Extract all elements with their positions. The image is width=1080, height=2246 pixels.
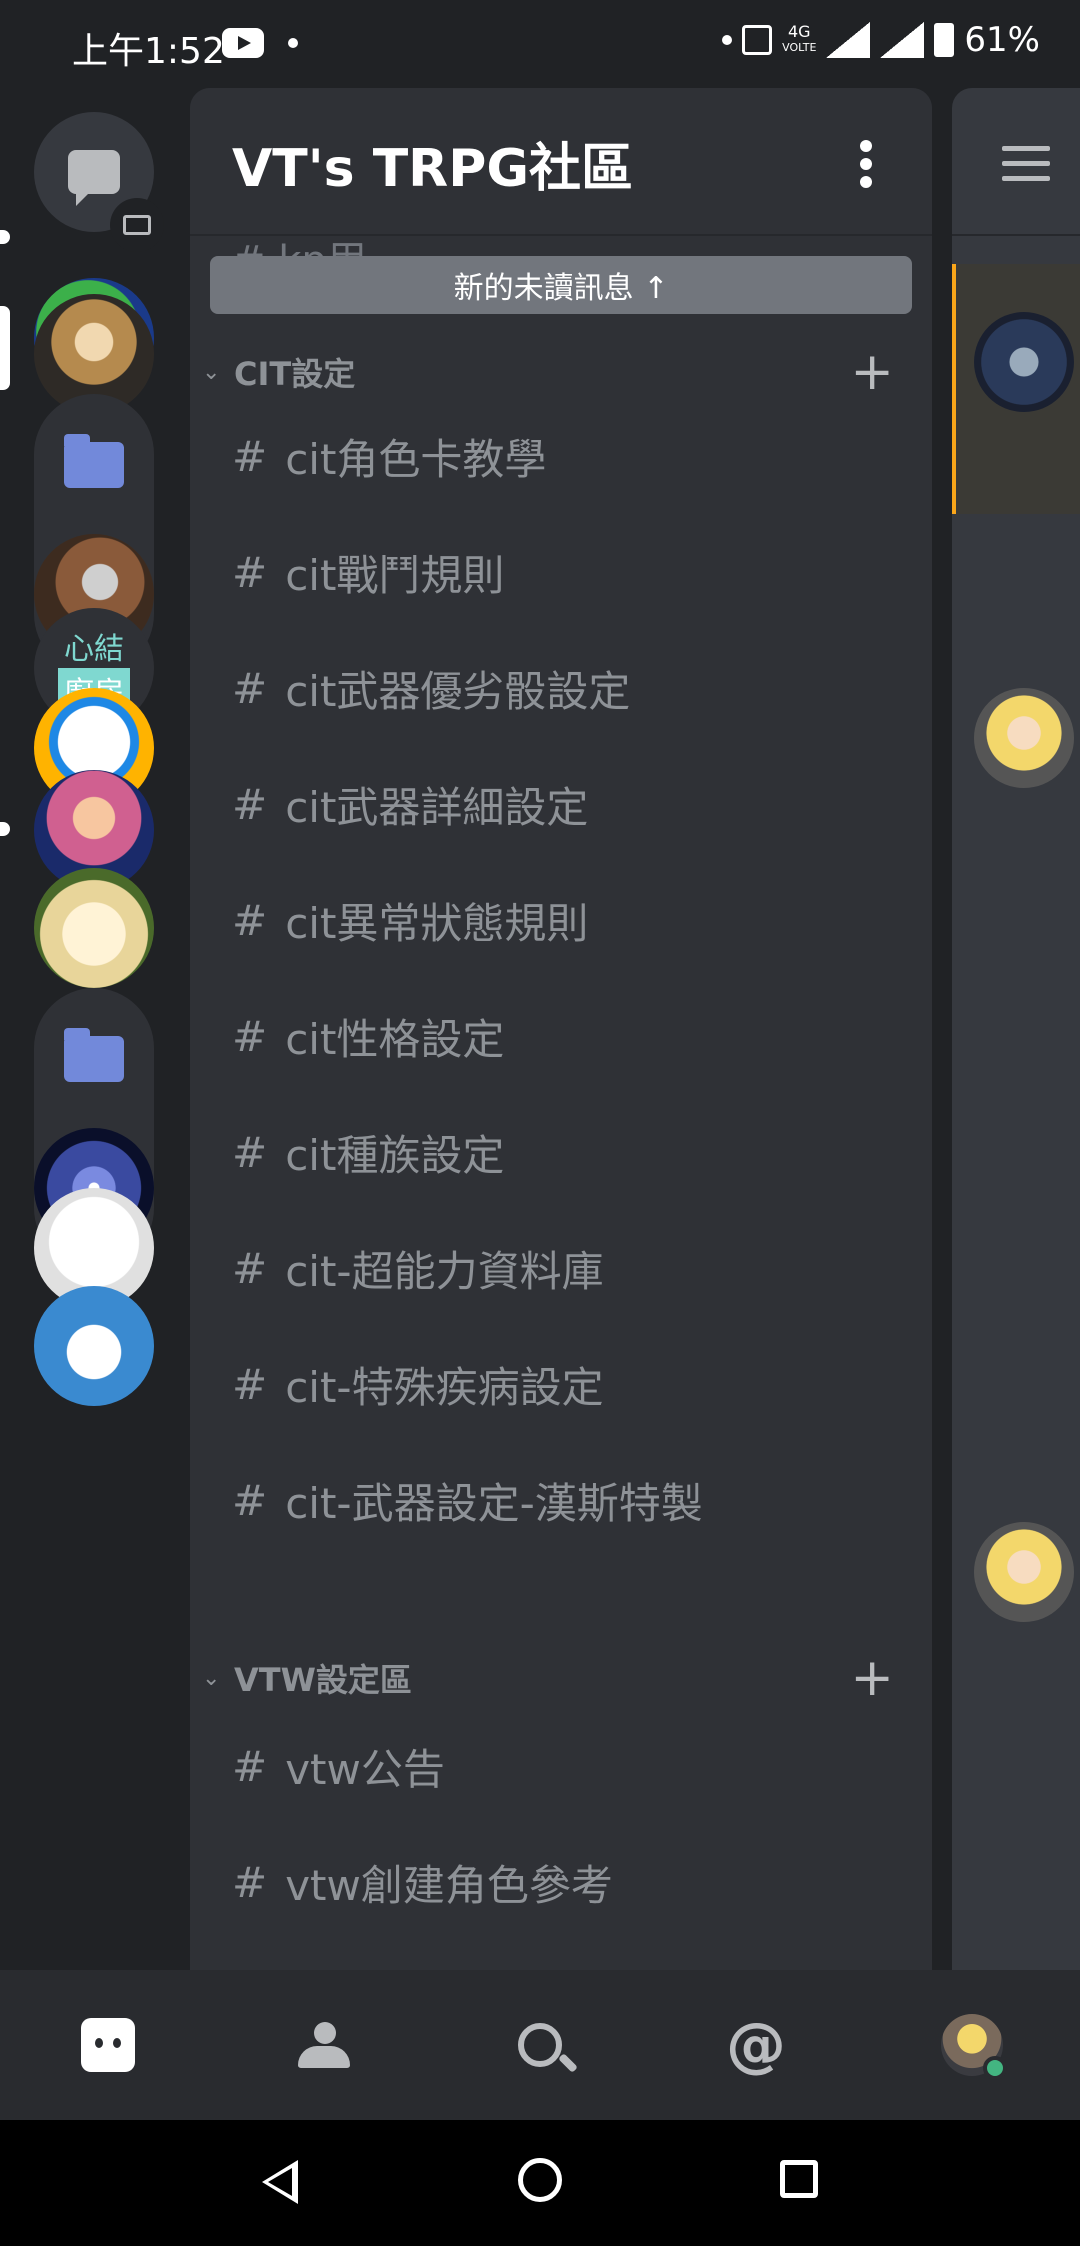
channel-label: cit角色卡教學: [285, 434, 547, 484]
category-label: VTW設定區: [234, 1661, 412, 1699]
network-sub: VOLTE: [782, 41, 817, 54]
channel-panel: # kp用 VT's TRPG社區 新的未讀訊息 ↑ ⌄ CIT設定 + #ci…: [190, 88, 932, 1970]
hash-icon: #: [232, 431, 268, 481]
channel-item[interactable]: # cit戰鬥規則: [232, 532, 892, 612]
channel-label: cit-特殊疾病設定: [285, 1362, 604, 1412]
channel-item[interactable]: # cit-特殊疾病設定: [232, 1344, 892, 1424]
hash-icon: #: [232, 1359, 268, 1409]
category-vtw[interactable]: ⌄ VTW設定區 +: [202, 1648, 922, 1708]
add-channel-icon[interactable]: +: [850, 342, 894, 402]
notification-dot-icon: [288, 38, 298, 48]
kitchen-label-top: 心結: [64, 632, 124, 667]
hash-icon: #: [232, 547, 268, 597]
channel-label: cit-超能力資料庫: [285, 1246, 604, 1296]
recents-icon[interactable]: [780, 2160, 818, 2198]
battery-percent: 61%: [964, 20, 1040, 60]
network-indicator: 4G VOLTE: [782, 24, 816, 56]
search-icon: [518, 2023, 562, 2067]
chat-bubble-icon: [68, 150, 120, 206]
monitor-icon: [123, 215, 151, 235]
channel-label: vtw創建角色參考: [285, 1860, 613, 1910]
chevron-down-icon: ⌄: [202, 359, 221, 385]
channel-label: vtw公告: [285, 1744, 445, 1794]
channel-item[interactable]: # cit-超能力資料庫: [232, 1228, 892, 1308]
hash-icon: #: [232, 1857, 268, 1907]
nav-search[interactable]: [432, 1970, 648, 2120]
chat-header: [952, 88, 1080, 236]
signal-sim2-icon: [880, 22, 925, 58]
hash-icon: #: [232, 1475, 268, 1525]
channel-item[interactable]: # cit武器詳細設定: [232, 764, 892, 844]
bottom-nav: @: [0, 1970, 1080, 2120]
channel-item[interactable]: # cit異常狀態規則: [232, 880, 892, 960]
hash-icon: #: [232, 895, 268, 945]
nav-profile[interactable]: [864, 1970, 1080, 2120]
channel-item[interactable]: # cit種族設定: [232, 1112, 892, 1192]
online-status-icon: [983, 2056, 1007, 2080]
hash-icon: #: [232, 779, 268, 829]
vibrate-icon: [742, 25, 773, 55]
category-cit[interactable]: ⌄ CIT設定 +: [202, 342, 922, 402]
channel-item[interactable]: # vtw創建角色參考: [232, 1842, 892, 1922]
server-unread-indicator-2: [0, 822, 10, 836]
server-header[interactable]: VT's TRPG社區: [190, 88, 932, 236]
system-nav-bar: [0, 2120, 1080, 2246]
message-avatar: [974, 312, 1074, 412]
chevron-down-icon: ⌄: [202, 1665, 221, 1691]
nav-friends[interactable]: [216, 1970, 432, 2120]
new-unread-banner[interactable]: 新的未讀訊息 ↑: [210, 256, 912, 314]
channel-label: cit-武器設定-漢斯特製: [285, 1478, 703, 1528]
channel-label: cit戰鬥規則: [285, 550, 505, 600]
status-icons: 4G VOLTE 61%: [722, 20, 1040, 60]
more-options-icon[interactable]: [860, 140, 872, 188]
app-root: 上午1:52 4G VOLTE 61% 心結 VT's TRPG社區 新的未讀訊…: [0, 0, 1080, 2246]
server-name: VT's TRPG社區: [232, 139, 633, 199]
status-bar: 上午1:52 4G VOLTE 61%: [0, 0, 1080, 88]
message-avatar: [974, 688, 1074, 788]
hash-icon: #: [232, 1011, 268, 1061]
server-unread-indicator: [0, 230, 10, 244]
channel-item[interactable]: # cit角色卡教學: [232, 416, 892, 496]
server-hamster[interactable]: [34, 868, 154, 988]
channel-label: cit性格設定: [285, 1014, 505, 1064]
home-circle-icon[interactable]: [518, 2158, 562, 2202]
highlighted-message: [952, 264, 1080, 514]
channel-item[interactable]: # cit-武器設定-漢斯特製: [232, 1460, 892, 1540]
hash-icon: #: [232, 663, 268, 713]
folder-icon: [64, 434, 124, 488]
hash-icon: #: [232, 1741, 268, 1791]
channel-item[interactable]: # cit武器優劣骰設定: [232, 648, 892, 728]
network-type: 4G: [787, 22, 811, 41]
message-avatar: [974, 1522, 1074, 1622]
nav-mentions[interactable]: @: [648, 1970, 864, 2120]
profile-avatar: [941, 2014, 1007, 2080]
folder-icon: [64, 1028, 124, 1082]
screen-share-badge: [110, 198, 164, 252]
friends-icon: [298, 2022, 350, 2068]
status-time: 上午1:52: [72, 31, 225, 72]
youtube-notification-icon: [222, 28, 264, 58]
server-doraemon[interactable]: [34, 1286, 154, 1406]
channel-label: cit異常狀態規則: [285, 898, 589, 948]
channel-label: cit武器優劣骰設定: [285, 666, 631, 716]
hash-icon: #: [232, 1243, 268, 1293]
battery-icon: [934, 23, 955, 57]
channel-item[interactable]: # cit性格設定: [232, 996, 892, 1076]
add-channel-icon[interactable]: +: [850, 1648, 894, 1708]
hamburger-menu-icon[interactable]: [1002, 146, 1050, 191]
mentions-icon: @: [726, 2010, 786, 2080]
category-label: CIT設定: [234, 355, 356, 393]
nav-home[interactable]: [0, 1970, 216, 2120]
status-dot-icon: [722, 35, 733, 45]
server-rail: 心結 廚房: [0, 88, 190, 1970]
channel-label: cit武器詳細設定: [285, 782, 589, 832]
server-selected-indicator: [0, 306, 10, 390]
signal-sim1-icon: [826, 22, 871, 58]
channel-item[interactable]: # vtw公告: [232, 1726, 892, 1806]
home-icon: [81, 2018, 135, 2072]
hash-icon: #: [232, 1127, 268, 1177]
channel-label: cit種族設定: [285, 1130, 505, 1180]
back-icon[interactable]: [262, 2160, 298, 2204]
chat-peek-panel[interactable]: [952, 88, 1080, 1970]
